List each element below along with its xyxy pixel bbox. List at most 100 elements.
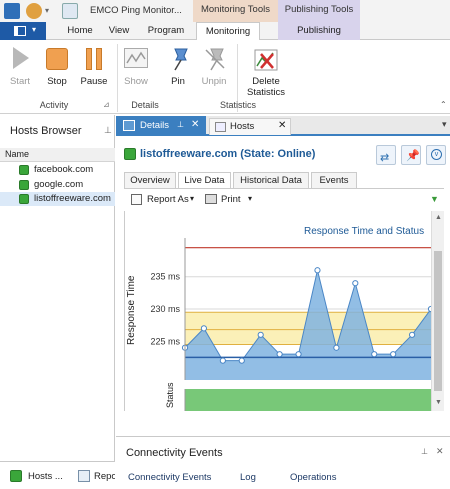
status-axis-label: Status bbox=[165, 382, 175, 408]
switch-view-button[interactable]: ⇄ bbox=[376, 145, 396, 165]
tab-hosts[interactable]: Hosts ✕ bbox=[209, 118, 291, 135]
file-menu-button[interactable]: ▾ bbox=[0, 22, 46, 40]
scroll-down-icon[interactable]: ▼ bbox=[435, 399, 442, 406]
connectivity-events-title: Connectivity Events bbox=[126, 447, 223, 459]
hosts-browser-title: Hosts Browser bbox=[10, 125, 82, 137]
tab-details[interactable]: Details ⊥ ✕ bbox=[116, 116, 206, 136]
data-point bbox=[200, 325, 208, 332]
tab-pin-icon[interactable]: ⊥ bbox=[177, 120, 184, 129]
pin-button[interactable]: Pin bbox=[162, 44, 194, 104]
tab-hosts-browser[interactable]: Hosts ... bbox=[28, 471, 63, 482]
stop-button[interactable]: Stop bbox=[40, 44, 74, 104]
app-logo-icon bbox=[4, 3, 20, 19]
status-band bbox=[185, 389, 431, 411]
panel-close-icon[interactable]: ✕ bbox=[436, 446, 444, 457]
data-point bbox=[408, 331, 416, 338]
stop-label: Stop bbox=[47, 76, 67, 87]
pause-button[interactable]: Pause bbox=[77, 44, 111, 104]
tab-close-icon[interactable]: ✕ bbox=[278, 120, 286, 131]
chart-icon bbox=[124, 48, 148, 68]
context-monitoring-tools: Monitoring Tools bbox=[193, 0, 278, 22]
tab-log[interactable]: Log bbox=[240, 472, 256, 483]
host-online-icon bbox=[124, 148, 136, 160]
show-button[interactable]: Show bbox=[120, 44, 152, 104]
y-tick-label: 235 ms bbox=[150, 272, 180, 282]
data-point bbox=[333, 344, 340, 351]
tab-live-data[interactable]: Live Data bbox=[178, 172, 231, 189]
window-title: EMCO Ping Monitor... bbox=[90, 5, 182, 16]
tab-program[interactable]: Program bbox=[140, 22, 192, 40]
scrollbar-thumb[interactable] bbox=[434, 251, 442, 391]
host-item-selected[interactable]: listoffreeware.com bbox=[0, 192, 115, 206]
tab-details-label: Details bbox=[140, 120, 170, 131]
panel-pin-icon[interactable]: ⊥ bbox=[421, 447, 428, 456]
start-button[interactable]: Start bbox=[4, 44, 36, 104]
chevron-down-icon: v bbox=[431, 149, 442, 160]
host-name: facebook.com bbox=[34, 164, 94, 175]
data-point bbox=[314, 267, 321, 274]
delete-label-2: Statistics bbox=[246, 87, 285, 98]
host-item[interactable]: google.com bbox=[0, 178, 115, 192]
delete-statistics-button[interactable]: Delete Statistics bbox=[244, 44, 288, 104]
scroll-up-icon[interactable]: ▲ bbox=[435, 214, 442, 221]
group-statistics: Statistics bbox=[219, 100, 256, 110]
details-tab-icon bbox=[123, 120, 135, 131]
tab-operations[interactable]: Operations bbox=[290, 472, 336, 483]
title-bar: ▾ EMCO Ping Monitor... Monitoring Tools … bbox=[0, 0, 450, 22]
host-online-icon bbox=[19, 165, 29, 175]
quick-access-dropdown-icon[interactable]: ▾ bbox=[45, 6, 49, 15]
tab-list-dropdown-icon[interactable]: ▾ bbox=[442, 119, 447, 130]
pause-label: Pause bbox=[80, 76, 108, 87]
unpin-button[interactable]: Unpin bbox=[197, 44, 231, 104]
hosts-tab-icon bbox=[10, 470, 22, 482]
tab-close-icon[interactable]: ✕ bbox=[191, 119, 199, 130]
ribbon: Start Stop Pause Show Pin Unpin Delete S… bbox=[0, 40, 450, 114]
print-button[interactable]: Print bbox=[221, 194, 241, 205]
file-menu-dropdown-icon: ▾ bbox=[32, 25, 37, 34]
filter-icon[interactable]: ▼ bbox=[430, 194, 439, 204]
group-activity: Activity bbox=[39, 100, 69, 110]
y-axis-label: Response Time bbox=[126, 275, 137, 345]
tab-reports[interactable]: Repo bbox=[94, 471, 115, 482]
host-online-icon bbox=[19, 180, 29, 190]
tab-connectivity-events[interactable]: Connectivity Events bbox=[128, 472, 211, 483]
report-dropdown-icon[interactable]: ▾ bbox=[190, 194, 194, 203]
dialog-launcher-icon[interactable]: ⊿ bbox=[103, 100, 110, 109]
group-details: Details bbox=[131, 100, 159, 110]
tab-overview[interactable]: Overview bbox=[124, 172, 176, 188]
print-dropdown-icon[interactable]: ▾ bbox=[248, 194, 252, 203]
tab-view[interactable]: View bbox=[100, 22, 138, 40]
panel-pin-icon[interactable]: ⊥ bbox=[104, 125, 112, 136]
vertical-scrollbar[interactable]: ▲ ▼ bbox=[431, 211, 444, 411]
quick-access-icon[interactable] bbox=[26, 3, 42, 19]
data-point bbox=[352, 280, 359, 287]
delete-statistics-icon bbox=[254, 49, 278, 71]
data-point bbox=[257, 331, 264, 338]
printer-icon bbox=[205, 194, 217, 204]
host-name: google.com bbox=[34, 179, 84, 190]
host-item[interactable]: facebook.com bbox=[0, 163, 115, 177]
tab-historical-data[interactable]: Historical Data bbox=[233, 172, 309, 188]
context-publishing-tools: Publishing Tools bbox=[278, 0, 360, 22]
pin-label: Pin bbox=[171, 76, 185, 87]
y-tick-label: 225 ms bbox=[150, 336, 180, 346]
report-as-button[interactable]: Report As bbox=[147, 194, 189, 205]
tab-home[interactable]: Home bbox=[60, 22, 100, 40]
tab-events[interactable]: Events bbox=[311, 172, 357, 188]
host-name: listoffreeware.com bbox=[34, 193, 111, 204]
delete-label-1: Delete bbox=[252, 76, 280, 87]
left-bottom-tabs: Hosts ... Repo bbox=[0, 461, 115, 489]
pause-icon bbox=[86, 48, 92, 70]
tab-monitoring[interactable]: Monitoring bbox=[196, 22, 260, 41]
name-column-header[interactable]: Name bbox=[0, 148, 115, 162]
show-label: Show bbox=[124, 76, 148, 87]
data-point bbox=[276, 351, 283, 358]
pin-host-button[interactable]: 📌 bbox=[401, 145, 421, 165]
tab-publishing[interactable]: Publishing bbox=[278, 22, 360, 40]
switch-icon: ⇄ bbox=[380, 152, 390, 164]
collapse-button[interactable]: v bbox=[426, 145, 446, 165]
window-icon[interactable] bbox=[62, 3, 78, 19]
data-point bbox=[219, 357, 226, 364]
pin-icon: 📌 bbox=[406, 150, 420, 162]
collapse-ribbon-icon[interactable]: ⌃ bbox=[440, 100, 447, 109]
